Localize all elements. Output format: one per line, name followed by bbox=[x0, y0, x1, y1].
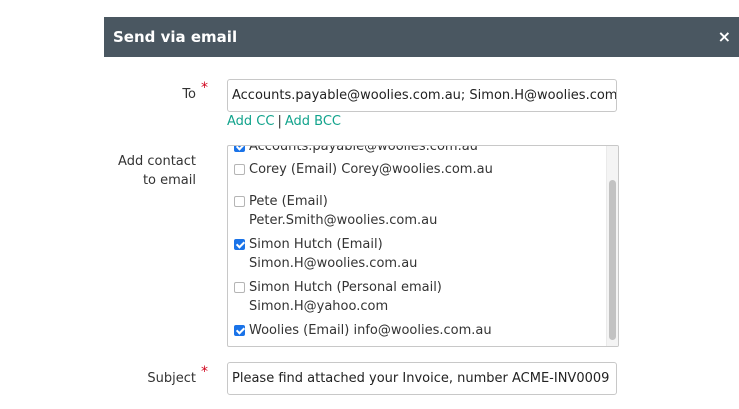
contact-item-line2: Peter.Smith@woolies.com.au bbox=[249, 213, 438, 228]
subject-input[interactable]: Please find attached your Invoice, numbe… bbox=[227, 362, 617, 395]
checkbox-icon[interactable] bbox=[234, 164, 245, 175]
add-contact-label-line2: to email bbox=[142, 173, 196, 188]
checkbox-icon[interactable] bbox=[234, 239, 245, 250]
contact-item[interactable]: Pete (Email) Peter.Smith@woolies.com.au bbox=[228, 192, 437, 230]
to-input[interactable]: Accounts.payable@woolies.com.au; Simon.H… bbox=[227, 79, 617, 112]
contact-item-line2: Simon.H@yahoo.com bbox=[249, 299, 389, 314]
contact-item-line1: Pete (Email) bbox=[249, 194, 328, 209]
contact-item-line1: Accounts.payable@woolies.com.au bbox=[249, 145, 478, 154]
subject-label: Subject bbox=[147, 371, 196, 386]
send-email-dialog: Send via email × To * Accounts.payable@w… bbox=[104, 17, 739, 409]
close-icon[interactable]: × bbox=[718, 27, 731, 47]
to-label: To bbox=[182, 87, 196, 102]
contact-item[interactable]: Simon Hutch (Email) Simon.H@woolies.com.a… bbox=[228, 235, 417, 273]
to-required-mark: * bbox=[201, 80, 208, 96]
contact-item-line1: Simon Hutch (Email) bbox=[249, 237, 383, 252]
dialog-header: Send via email × bbox=[104, 17, 739, 57]
scrollbar-thumb[interactable] bbox=[609, 180, 616, 340]
subject-required-mark: * bbox=[201, 364, 208, 380]
contact-item[interactable]: Woolies (Email) info@woolies.com.au bbox=[228, 321, 492, 340]
add-contact-label-line1: Add contact bbox=[118, 154, 196, 169]
checkbox-icon[interactable] bbox=[234, 282, 245, 293]
contact-item[interactable]: Corey (Email) Corey@woolies.com.au bbox=[228, 160, 493, 179]
checkbox-icon[interactable] bbox=[234, 196, 245, 207]
contact-item-line1: Simon Hutch (Personal email) bbox=[249, 280, 442, 295]
contact-list-scrollbar[interactable] bbox=[606, 146, 618, 346]
add-contact-label: Add contact to email bbox=[104, 152, 196, 190]
checkbox-icon[interactable] bbox=[234, 325, 245, 336]
contact-item[interactable]: Accounts.payable@woolies.com.au bbox=[228, 145, 478, 156]
checkbox-icon[interactable] bbox=[234, 146, 245, 152]
contact-item-line1: Corey (Email) Corey@woolies.com.au bbox=[249, 162, 493, 177]
contact-list-box[interactable]: Accounts.payable@woolies.com.au Corey (Em… bbox=[227, 145, 619, 347]
cc-bcc-links: Add CC | Add BCC bbox=[227, 113, 341, 131]
add-bcc-link[interactable]: Add BCC bbox=[285, 114, 341, 129]
add-cc-link[interactable]: Add CC bbox=[227, 114, 274, 129]
contact-item-line2: Simon.H@woolies.com.au bbox=[249, 256, 418, 271]
contact-item-line1: Woolies (Email) info@woolies.com.au bbox=[249, 323, 492, 338]
link-separator: | bbox=[277, 114, 282, 129]
contact-item[interactable]: Simon Hutch (Personal email) Simon.H@yaho… bbox=[228, 278, 442, 316]
dialog-title: Send via email bbox=[113, 28, 238, 46]
